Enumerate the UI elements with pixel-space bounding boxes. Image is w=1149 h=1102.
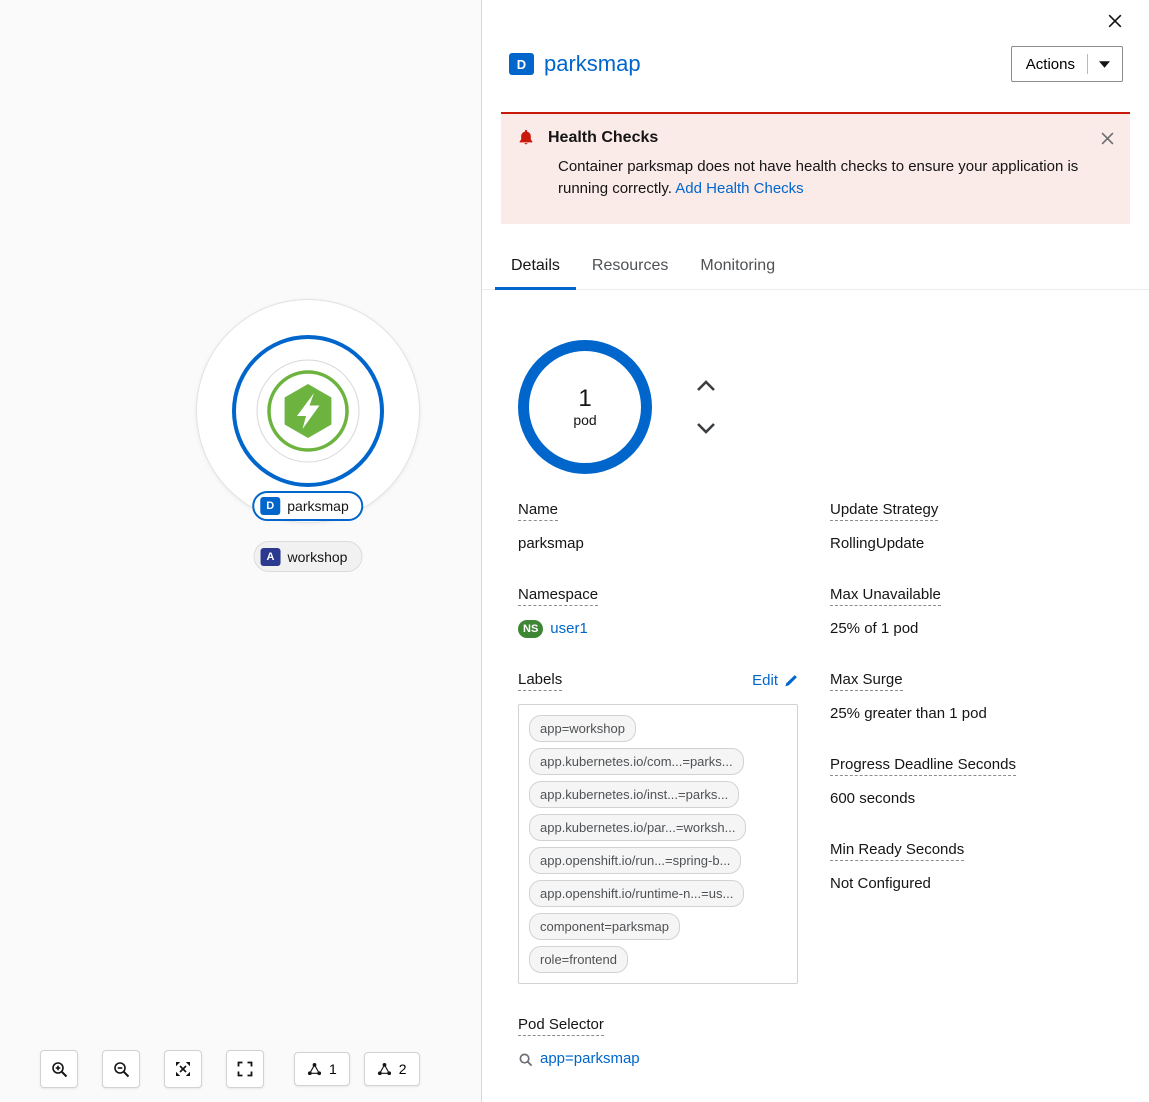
- label-chip: app=workshop: [529, 715, 636, 742]
- topology-control-bar: 1 2: [40, 1050, 434, 1088]
- panel-close-button[interactable]: [1106, 12, 1124, 30]
- max-surge-value: 25% greater than 1 pod: [830, 705, 987, 722]
- spring-boot-icon: [256, 359, 360, 463]
- edit-label: Edit: [752, 672, 778, 689]
- zoom-in-icon: [51, 1061, 67, 1077]
- labels-list: app=workshop app.kubernetes.io/com...=pa…: [518, 704, 798, 984]
- caret-down-icon: [1087, 54, 1110, 74]
- progress-deadline-label: Progress Deadline Seconds: [830, 755, 1016, 776]
- name-value: parksmap: [518, 535, 584, 552]
- namespace-badge: NS: [518, 620, 544, 638]
- label-chip: app.kubernetes.io/com...=parks...: [529, 748, 744, 775]
- labels-label: Labels: [518, 670, 563, 691]
- application-label-text: workshop: [287, 548, 348, 565]
- topology-canvas[interactable]: D parksmap A workshop 1 2: [0, 0, 481, 1102]
- namespace-label: Namespace: [518, 585, 599, 606]
- pod-status-section: 1 pod: [518, 340, 1149, 474]
- pod-selector-label: Pod Selector: [518, 1015, 604, 1036]
- actions-dropdown[interactable]: Actions: [1010, 46, 1123, 82]
- zoom-out-button[interactable]: [102, 1050, 140, 1088]
- tab-monitoring[interactable]: Monitoring: [684, 244, 791, 289]
- pod-unit: pod: [573, 412, 597, 428]
- label-chip: role=frontend: [529, 946, 628, 973]
- node-label-text: parksmap: [287, 498, 349, 514]
- label-chip: component=parksmap: [529, 913, 680, 940]
- alert-close-button[interactable]: [1101, 132, 1114, 145]
- tab-details[interactable]: Details: [495, 244, 576, 290]
- name-label: Name: [518, 500, 559, 521]
- pod-selector-link[interactable]: app=parksmap: [540, 1049, 640, 1069]
- min-ready-value: Not Configured: [830, 875, 931, 892]
- label-chip: app.openshift.io/runtime-n...=us...: [529, 880, 745, 907]
- namespace-link[interactable]: user1: [550, 619, 588, 639]
- deployment-badge: D: [260, 497, 281, 515]
- zoom-in-button[interactable]: [40, 1050, 78, 1088]
- details-right-column: Update Strategy RollingUpdate Max Unavai…: [830, 500, 1123, 1102]
- progress-deadline-value: 600 seconds: [830, 790, 916, 807]
- expand-arrows-icon: [176, 1062, 190, 1076]
- topology-screen: D parksmap A workshop 1 2 D parksmap Act…: [0, 0, 1149, 1102]
- layout-graph-icon: [307, 1062, 322, 1075]
- max-unavailable-label: Max Unavailable: [830, 585, 941, 606]
- edit-labels-button[interactable]: Edit: [752, 672, 798, 689]
- layout-2-label: 2: [398, 1061, 407, 1077]
- health-checks-alert: Health Checks Container parksmap does no…: [501, 112, 1130, 224]
- label-chip: app.kubernetes.io/par...=worksh...: [529, 814, 747, 841]
- chevron-down-icon: [697, 423, 715, 434]
- application-label-workshop[interactable]: A workshop: [253, 541, 363, 572]
- layout-1-button[interactable]: 1: [294, 1052, 350, 1086]
- search-icon: [519, 1053, 533, 1066]
- layout-1-label: 1: [329, 1061, 337, 1077]
- add-health-checks-link[interactable]: Add Health Checks: [675, 180, 803, 197]
- alert-message: Container parksmap does not have health …: [558, 158, 1079, 197]
- min-ready-label: Min Ready Seconds: [830, 840, 965, 861]
- fullscreen-icon: [237, 1061, 253, 1077]
- deployment-node[interactable]: [232, 335, 384, 487]
- panel-header: D parksmap Actions: [509, 46, 1123, 82]
- label-chip: app.kubernetes.io/inst...=parks...: [529, 781, 740, 808]
- pencil-icon: [785, 674, 797, 686]
- tab-resources[interactable]: Resources: [576, 244, 684, 289]
- zoom-out-icon: [113, 1061, 129, 1077]
- close-icon: [1108, 14, 1122, 28]
- bell-icon: [519, 129, 533, 145]
- pod-count: 1: [578, 385, 592, 412]
- update-strategy-label: Update Strategy: [830, 500, 939, 521]
- details-grid: Name parksmap Namespace NS user1 Labels …: [518, 500, 1123, 1102]
- close-icon: [1101, 132, 1114, 144]
- max-unavailable-value: 25% of 1 pod: [830, 620, 919, 637]
- alert-title: Health Checks: [548, 129, 659, 146]
- layout-graph-icon: [377, 1062, 391, 1075]
- application-badge: A: [260, 547, 281, 566]
- resource-title-link[interactable]: parksmap: [544, 51, 641, 77]
- deployment-badge: D: [509, 53, 534, 75]
- actions-label: Actions: [1025, 55, 1075, 73]
- pod-donut[interactable]: 1 pod: [518, 340, 652, 474]
- node-label-parksmap[interactable]: D parksmap: [252, 491, 364, 521]
- details-left-column: Name parksmap Namespace NS user1 Labels …: [518, 500, 798, 1102]
- fullscreen-button[interactable]: [226, 1050, 264, 1088]
- fit-to-screen-button[interactable]: [164, 1050, 202, 1088]
- scale-down-button[interactable]: [694, 420, 718, 437]
- resource-side-panel: D parksmap Actions Health Checks Contain…: [481, 0, 1149, 1102]
- max-surge-label: Max Surge: [830, 670, 903, 691]
- label-chip: app.openshift.io/run...=spring-b...: [529, 847, 742, 874]
- layout-2-button[interactable]: 2: [363, 1052, 420, 1086]
- scale-up-button[interactable]: [694, 377, 718, 394]
- chevron-up-icon: [697, 380, 715, 391]
- panel-tabs: Details Resources Monitoring: [482, 244, 1149, 290]
- update-strategy-value: RollingUpdate: [830, 535, 925, 552]
